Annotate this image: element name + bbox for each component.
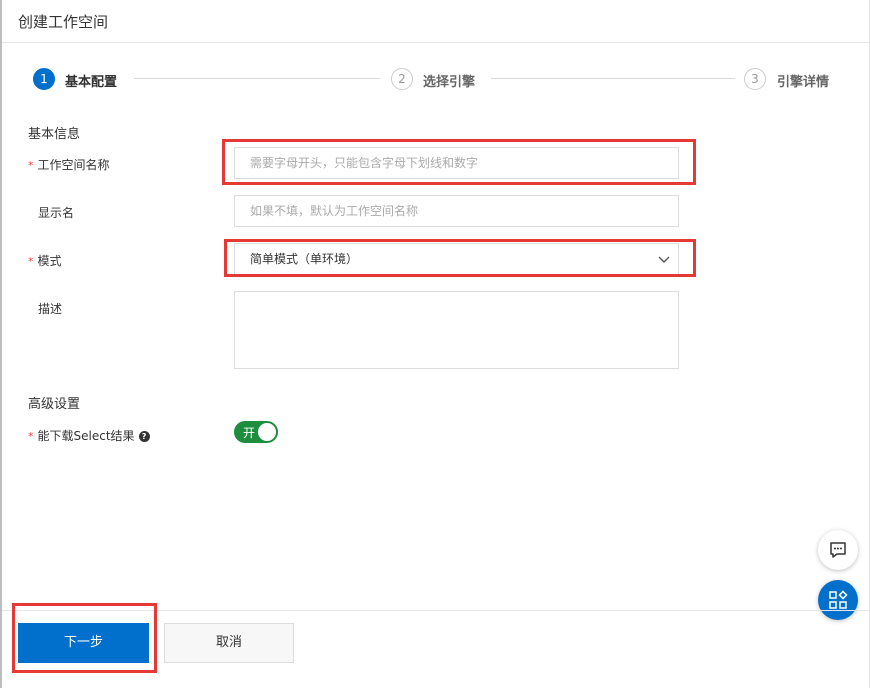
workspace-name-input[interactable]: 需要字母开头，只能包含字母下划线和数字 — [234, 147, 679, 179]
chevron-down-icon — [658, 256, 670, 263]
step-2-number: 2 — [391, 68, 413, 90]
mode-label: * 模式 — [28, 252, 62, 269]
required-mark: * — [28, 430, 34, 443]
mode-label-text: 模式 — [37, 254, 62, 268]
description-textarea[interactable] — [234, 291, 679, 369]
dialog-title: 创建工作空间 — [18, 13, 109, 31]
workspace-name-label: * 工作空间名称 — [28, 156, 110, 173]
required-mark: * — [28, 255, 34, 268]
create-workspace-dialog: 创建工作空间 1 基本配置 2 选择引擎 3 引擎详情 基本信息 * 工作空间名称… — [0, 0, 870, 688]
step-2-label: 选择引擎 — [423, 75, 476, 90]
help-icon[interactable]: ? — [138, 431, 150, 442]
toggle-on-text: 开 — [243, 426, 256, 440]
download-select-label: * 能下载Select结果? — [28, 427, 150, 444]
step-connector — [134, 78, 380, 79]
advanced-settings-heading: 高级设置 — [28, 397, 81, 412]
toggle-knob — [258, 423, 276, 441]
dialog-header: 创建工作空间 — [2, 0, 870, 43]
workspace-name-label-text: 工作空间名称 — [37, 158, 110, 172]
cancel-button[interactable]: 取消 — [164, 623, 294, 663]
display-name-input[interactable]: 如果不填，默认为工作空间名称 — [234, 195, 679, 227]
mode-select[interactable]: 简单模式（单环境） — [234, 243, 679, 275]
dialog-footer: 下一步 取消 — [2, 610, 870, 688]
display-name-label: 显示名 — [38, 206, 75, 220]
chat-icon — [830, 542, 846, 558]
step-1-label: 基本配置 — [65, 75, 118, 90]
download-select-toggle[interactable]: 开 — [234, 421, 278, 443]
step-3-label: 引擎详情 — [777, 75, 830, 90]
step-1-number: 1 — [33, 68, 55, 90]
apps-grid-icon — [829, 590, 848, 609]
step-connector — [491, 78, 735, 79]
feedback-chat-button[interactable] — [818, 530, 858, 570]
next-step-button[interactable]: 下一步 — [18, 623, 149, 663]
stepper: 1 基本配置 2 选择引擎 3 引擎详情 — [2, 67, 870, 93]
mode-selected-value: 简单模式（单环境） — [250, 252, 359, 266]
description-label: 描述 — [38, 302, 63, 316]
step-3-number: 3 — [744, 68, 766, 90]
required-mark: * — [28, 159, 34, 172]
download-select-label-text: 能下载Select结果 — [37, 429, 135, 443]
basic-info-heading: 基本信息 — [28, 127, 81, 142]
